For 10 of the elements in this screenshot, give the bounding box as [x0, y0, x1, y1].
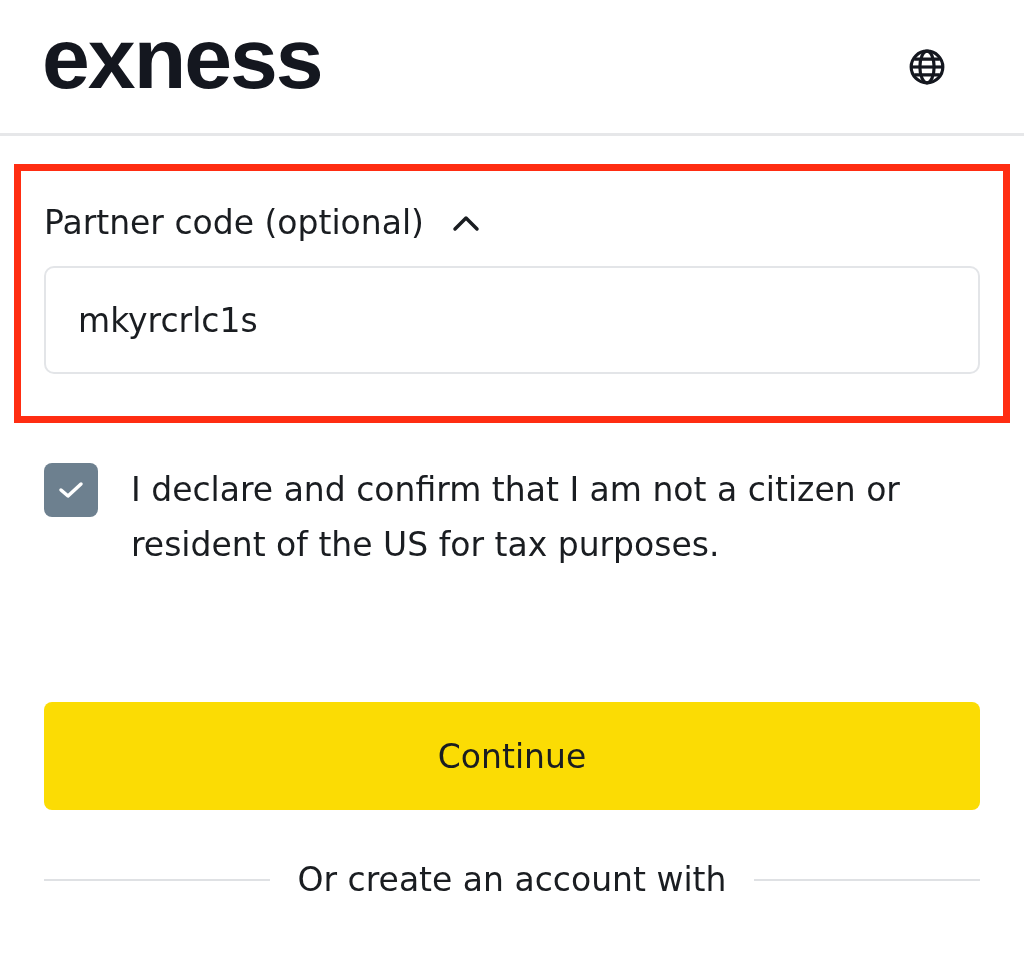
partner-code-toggle[interactable]: Partner code (optional): [44, 203, 480, 242]
divider-text: Or create an account with: [297, 860, 727, 899]
logo: exness: [42, 14, 322, 101]
checkbox[interactable]: [44, 463, 98, 517]
caret-icon: [452, 213, 480, 232]
globe-icon[interactable]: [908, 47, 946, 86]
continue-button[interactable]: Continue: [44, 702, 980, 810]
partner-code-field[interactable]: mkyrcrlc1s: [44, 266, 980, 374]
check-icon: [58, 480, 84, 500]
declaration-text: I declare and confirm that I am not a citizen or resident of the US for tax purposes.: [131, 469, 901, 566]
